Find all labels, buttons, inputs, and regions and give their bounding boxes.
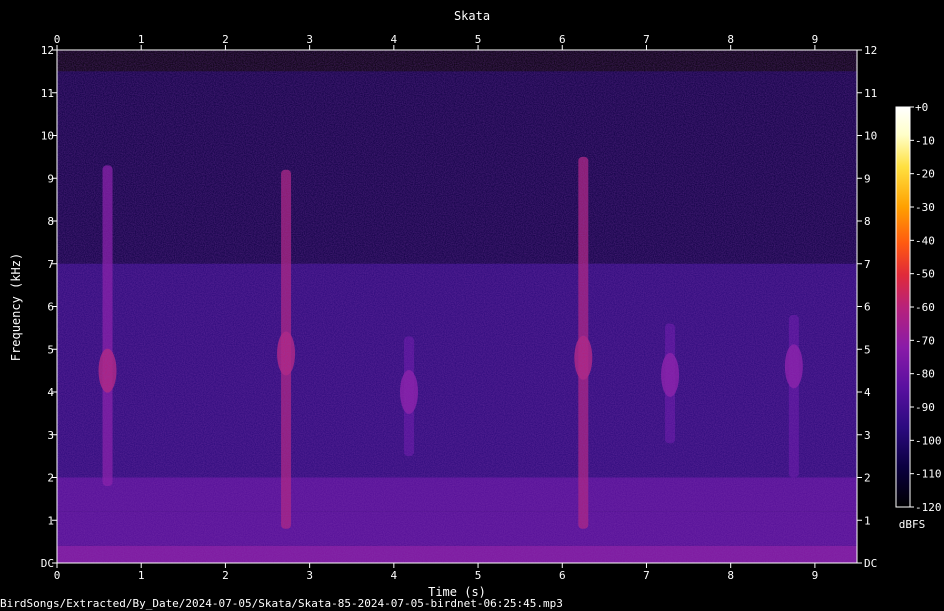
y-tick-label-right-3: 3 [864,429,871,442]
x-tick-label-top-9: 9 [812,33,819,46]
colorbar-ticks: +0 -10 -20 -30 -40 -50 -60 -70 -80 -90 -100 -110 -12… [910,101,942,514]
x-tick-label-bottom-7: 7 [643,569,650,582]
y-axis-right: DC123456789101112 [857,44,877,570]
y-tick-label-left-10: 10 [41,130,54,143]
y-tick-label-left-5: 5 [47,343,54,356]
y-tick-label-right-12: 12 [864,44,877,57]
x-tick-label-bottom-1: 1 [138,569,145,582]
x-tick-label-top-3: 3 [306,33,313,46]
colorbar-tick-label-1: -10 [915,134,935,147]
x-tick-label-bottom-3: 3 [306,569,313,582]
y-tick-label-left-3: 3 [47,429,54,442]
colorbar-tick-label-0: +0 [915,101,928,114]
x-tick-label-bottom-6: 6 [559,569,566,582]
y-tick-label-right-1: 1 [864,514,871,527]
x-tick-label-bottom-0: 0 [54,569,61,582]
y-tick-label-right-2: 2 [864,472,871,485]
y-tick-label-left-0: DC [41,557,54,570]
colorbar-tick-label-11: -110 [915,468,942,481]
y-tick-label-left-8: 8 [47,215,54,228]
y-tick-label-left-12: 12 [41,44,54,57]
y-tick-label-right-6: 6 [864,301,871,314]
x-tick-label-top-5: 5 [475,33,482,46]
colorbar-tick-label-9: -90 [915,401,935,414]
y-axis-label: Frequency (kHz) [9,253,23,361]
x-tick-label-top-1: 1 [138,33,145,46]
x-tick-label-bottom-8: 8 [727,569,734,582]
x-tick-label-bottom-4: 4 [391,569,398,582]
colorbar-tick-label-3: -30 [915,201,935,214]
spectrogram-noise-grain [57,50,857,563]
colorbar-tick-label-10: -100 [915,434,942,447]
x-tick-label-bottom-9: 9 [812,569,819,582]
y-tick-label-right-10: 10 [864,130,877,143]
colorbar-label: dBFS [899,518,926,531]
y-tick-label-left-6: 6 [47,301,54,314]
colorbar-tick-label-6: -60 [915,301,935,314]
spectrogram-plot [56,49,858,564]
colorbar-gradient [895,106,911,508]
y-tick-label-left-2: 2 [47,472,54,485]
colorbar-tick-label-4: -40 [915,234,935,247]
y-tick-label-left-1: 1 [47,514,54,527]
y-tick-label-right-0: DC [864,557,877,570]
y-tick-label-left-7: 7 [47,258,54,271]
colorbar-tick-label-8: -80 [915,368,935,381]
y-tick-label-right-4: 4 [864,386,871,399]
spectrogram-figure: Skata 0123456789 0123456789 DC1234567891… [9,9,942,599]
x-tick-label-bottom-5: 5 [475,569,482,582]
y-tick-label-left-4: 4 [47,386,54,399]
x-tick-label-top-2: 2 [222,33,229,46]
x-tick-label-top-8: 8 [727,33,734,46]
y-tick-label-right-11: 11 [864,87,877,100]
chart-title: Skata [454,9,490,23]
x-tick-label-top-4: 4 [391,33,398,46]
colorbar-tick-label-2: -20 [915,168,935,181]
x-axis-bottom: 0 1 2 3 4 5 6 7 8 9 [54,563,819,582]
y-tick-label-left-9: 9 [47,172,54,185]
x-tick-label-bottom-2: 2 [222,569,229,582]
colorbar-tick-label-7: -70 [915,334,935,347]
x-tick-label-top-0: 0 [54,33,61,46]
y-tick-label-left-11: 11 [41,87,54,100]
y-tick-label-right-7: 7 [864,258,871,271]
x-axis-top: 0 1 2 3 4 5 6 7 8 9 [54,33,819,50]
colorbar: +0 -10 -20 -30 -40 -50 -60 -70 -80 -90 -100 -110 -12… [895,101,942,531]
file-path-caption: BirdSongs/Extracted/By_Date/2024-07-05/S… [0,597,563,610]
x-tick-label-top-6: 6 [559,33,566,46]
x-tick-label-top-7: 7 [643,33,650,46]
y-tick-label-right-8: 8 [864,215,871,228]
y-axis-left: DC123456789101112 [41,44,57,570]
y-tick-label-right-5: 5 [864,343,871,356]
colorbar-tick-label-5: -50 [915,268,935,281]
y-tick-label-right-9: 9 [864,172,871,185]
colorbar-tick-label-12: -120 [915,501,942,514]
